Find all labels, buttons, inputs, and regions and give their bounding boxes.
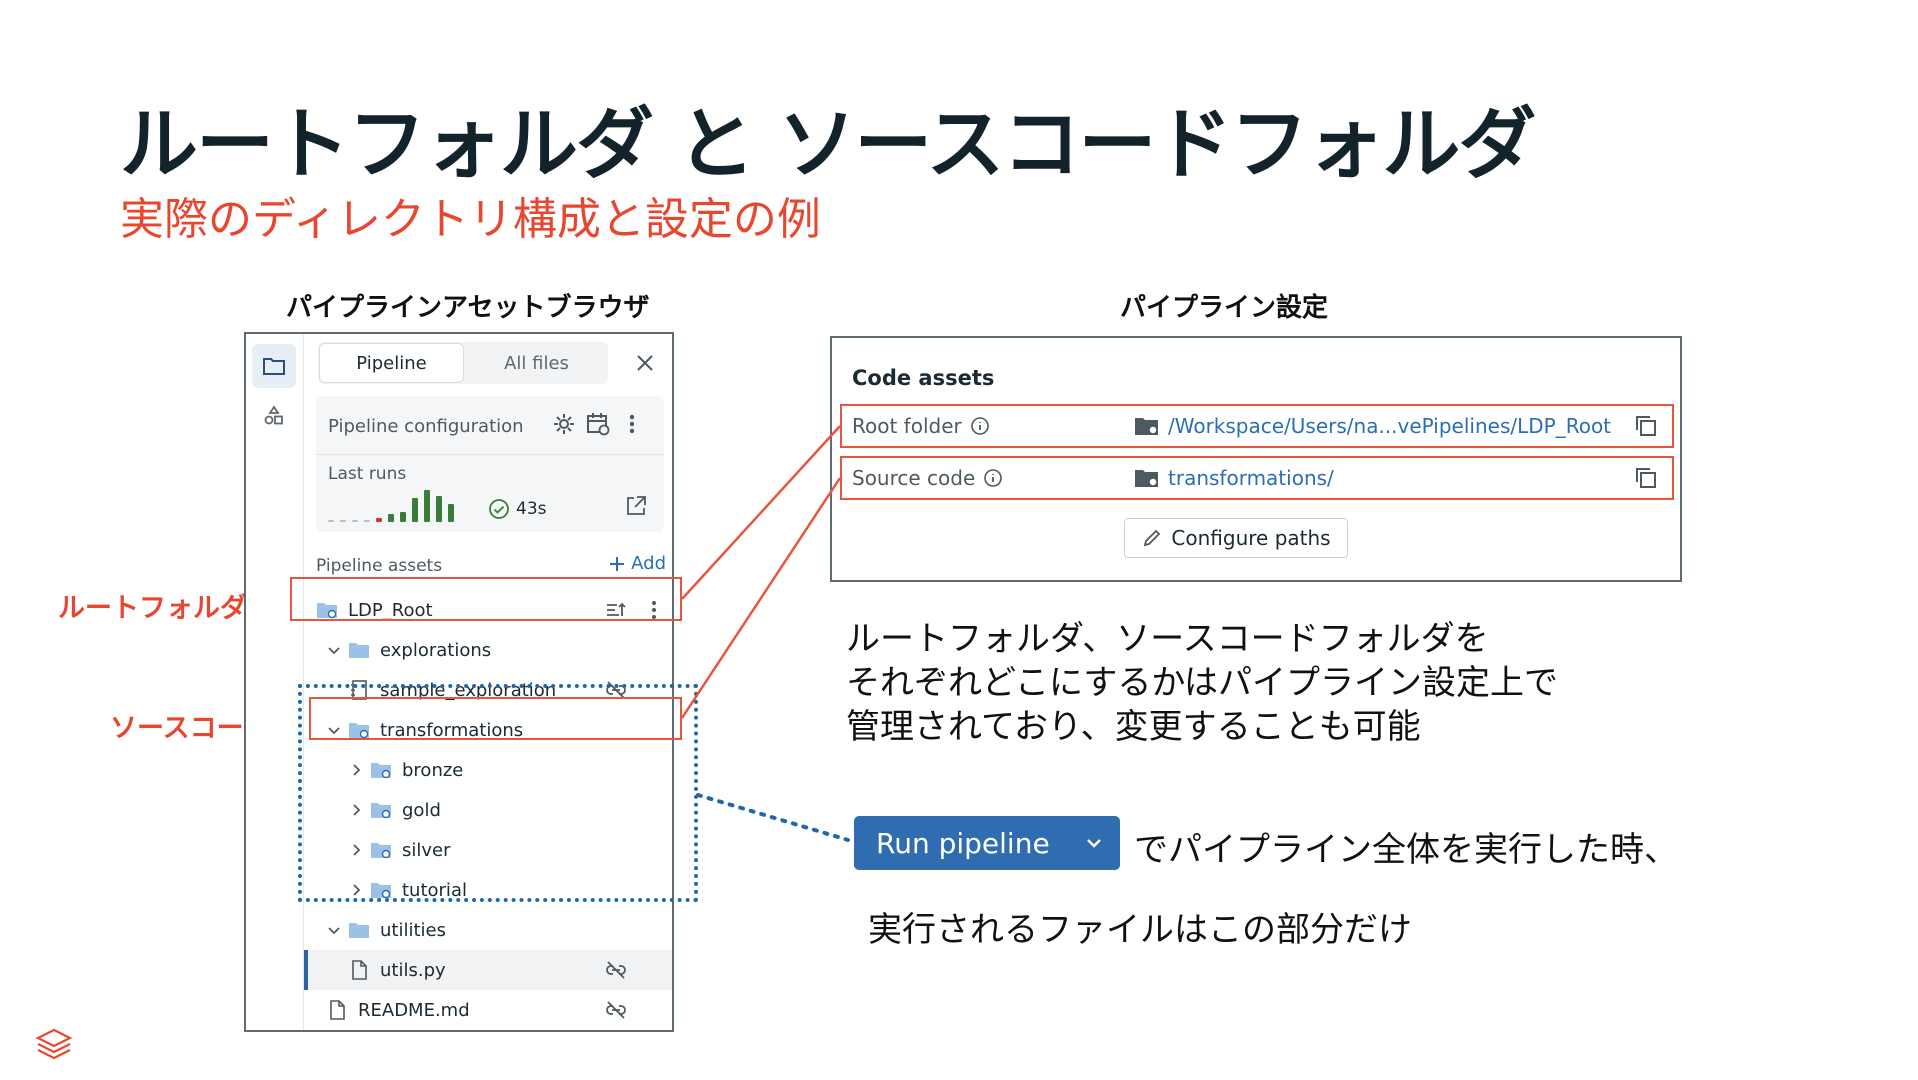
run-pipeline-button[interactable]: Run pipeline — [854, 816, 1120, 870]
run-explanation-1: でパイプライン全体を実行した時、 — [1134, 830, 1678, 870]
chevron-down-icon[interactable] — [1082, 831, 1106, 855]
run-explanation-2: 実行されるファイルはこの部分だけ — [868, 910, 1412, 950]
databricks-logo-icon — [35, 1028, 73, 1060]
description: ルートフォルダ、ソースコードフォルダを それぞれどこにするかはパイプライン設定上… — [846, 619, 1558, 747]
